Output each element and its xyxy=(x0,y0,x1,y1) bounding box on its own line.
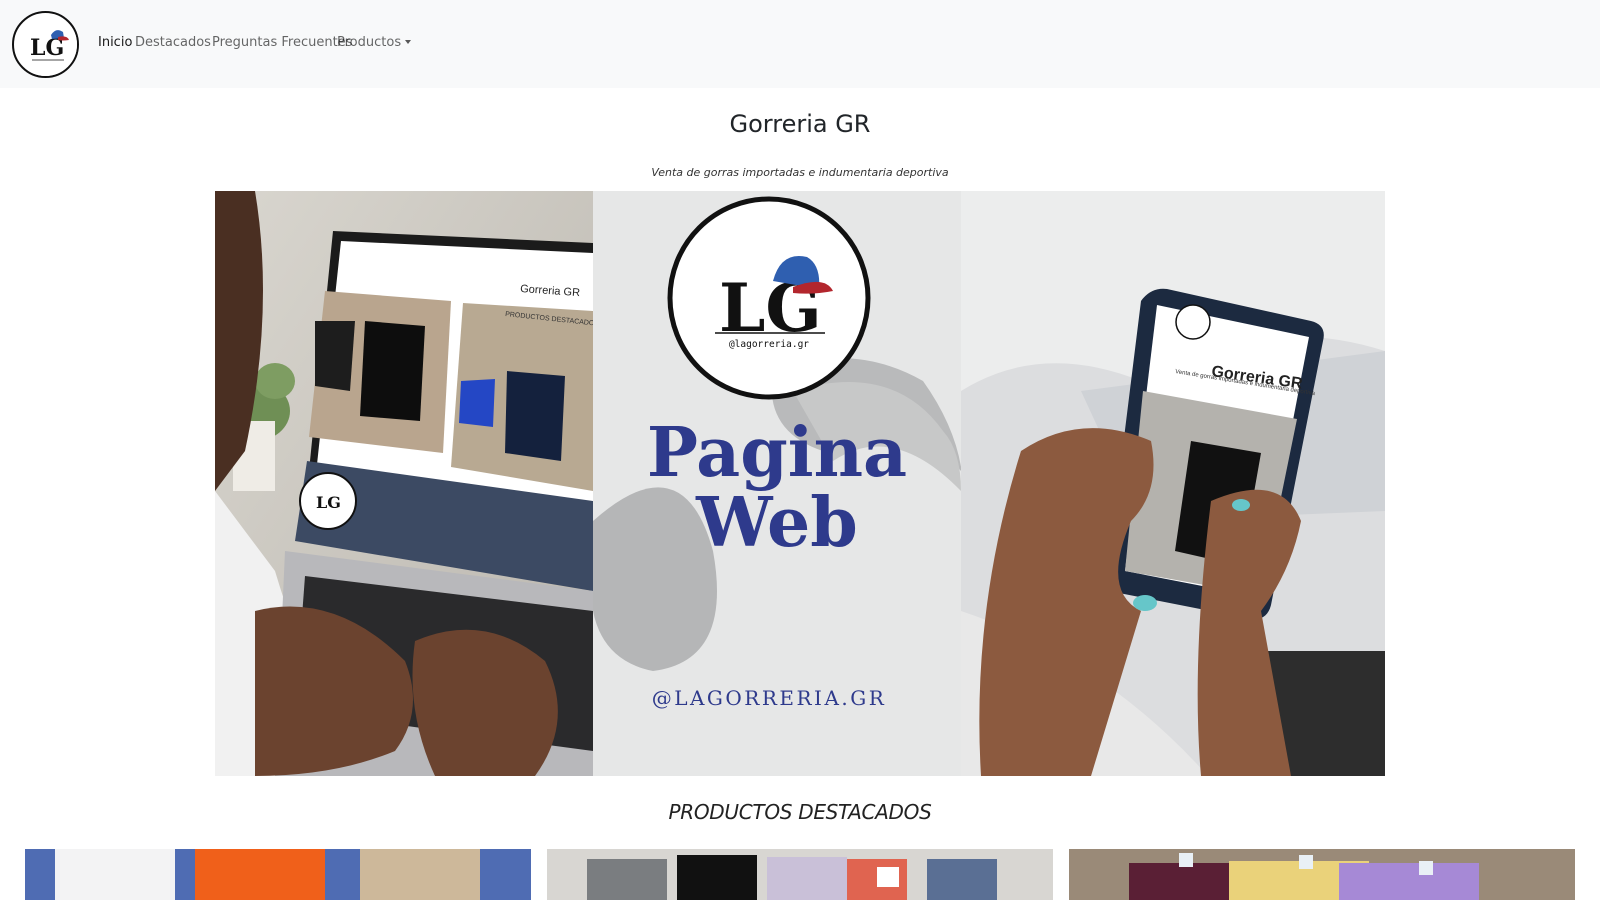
page-subtitle: Venta de gorras importadas e indumentari… xyxy=(651,166,949,179)
nav-item-destacados[interactable]: Destacados xyxy=(135,35,211,50)
product-image xyxy=(25,849,531,900)
product-card-tshirts[interactable] xyxy=(547,849,1053,900)
featured-section-title: PRODUCTOS DESTACADOS xyxy=(668,800,932,824)
product-card-tees-color[interactable] xyxy=(1069,849,1575,900)
nav-item-productos-label: Productos xyxy=(337,35,402,50)
product-image xyxy=(1069,849,1575,900)
nav-item-preguntas-frecuentes[interactable]: Preguntas Frecuentes xyxy=(212,35,352,50)
banner-headline-line2: Web xyxy=(695,483,858,563)
hero-banner-image: Gorreria GR PRODUCTOS DESTACADOS LG LG @… xyxy=(215,191,1385,776)
banner-logo-handle: @lagorreria.gr xyxy=(729,339,809,350)
svg-text:LG: LG xyxy=(316,493,341,512)
navbar: LG Inicio Destacados Preguntas Frecuente… xyxy=(0,0,1600,88)
caret-down-icon xyxy=(405,40,412,44)
nav-item-inicio[interactable]: Inicio xyxy=(98,35,132,50)
page-title: Gorreria GR xyxy=(729,110,871,138)
laptop-photo: Gorreria GR PRODUCTOS DESTACADOS LG xyxy=(215,191,593,776)
banner-handle: @LAGORRERIA.GR xyxy=(652,686,887,710)
product-card-shorts[interactable] xyxy=(25,849,531,900)
lg-logo-icon: LG xyxy=(16,15,77,76)
nav-item-productos-dropdown[interactable]: Productos xyxy=(337,35,412,50)
product-image xyxy=(547,849,1053,900)
phone-photo: Gorreria GR Venta de gorras importadas e… xyxy=(961,191,1385,776)
banner-headline-line1: Pagina xyxy=(647,413,907,493)
pagina-web-panel: LG @lagorreria.gr Pagina Web @LAGORRERIA… xyxy=(593,191,961,776)
brand-logo[interactable]: LG xyxy=(12,11,79,78)
